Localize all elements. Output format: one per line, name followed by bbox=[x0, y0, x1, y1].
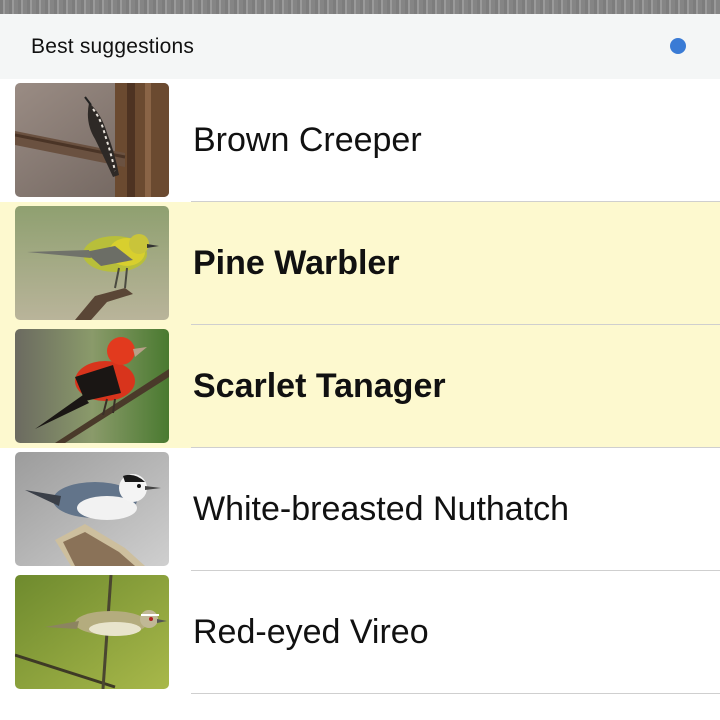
bird-name: Brown Creeper bbox=[193, 121, 422, 159]
status-bar-strip bbox=[0, 0, 720, 14]
suggestion-item-brown-creeper[interactable]: Brown Creeper bbox=[0, 79, 720, 202]
section-title: Best suggestions bbox=[31, 35, 195, 58]
white-breasted-nuthatch-photo-icon bbox=[15, 452, 169, 566]
suggestion-item-pine-warbler[interactable]: Pine Warbler bbox=[0, 202, 720, 325]
status-dot-icon bbox=[670, 38, 686, 54]
suggestion-item-scarlet-tanager[interactable]: Scarlet Tanager bbox=[0, 325, 720, 448]
row-divider bbox=[191, 693, 720, 694]
red-eyed-vireo-photo-icon bbox=[15, 575, 169, 689]
brown-creeper-photo-icon bbox=[15, 83, 169, 197]
suggestion-item-red-eyed-vireo[interactable]: Red-eyed Vireo bbox=[0, 571, 720, 694]
scarlet-tanager-photo-icon bbox=[15, 329, 169, 443]
bird-name: Pine Warbler bbox=[193, 244, 400, 282]
bird-name: Red-eyed Vireo bbox=[193, 613, 429, 651]
suggestions-header: Best suggestions bbox=[0, 14, 720, 79]
pine-warbler-photo-icon bbox=[15, 206, 169, 320]
suggestion-list: Brown Creeper Pine Warbler Scarlet Tanag… bbox=[0, 79, 720, 694]
bird-name: White-breasted Nuthatch bbox=[193, 490, 570, 528]
bird-name: Scarlet Tanager bbox=[193, 367, 446, 405]
suggestion-item-white-breasted-nuthatch[interactable]: White-breasted Nuthatch bbox=[0, 448, 720, 571]
